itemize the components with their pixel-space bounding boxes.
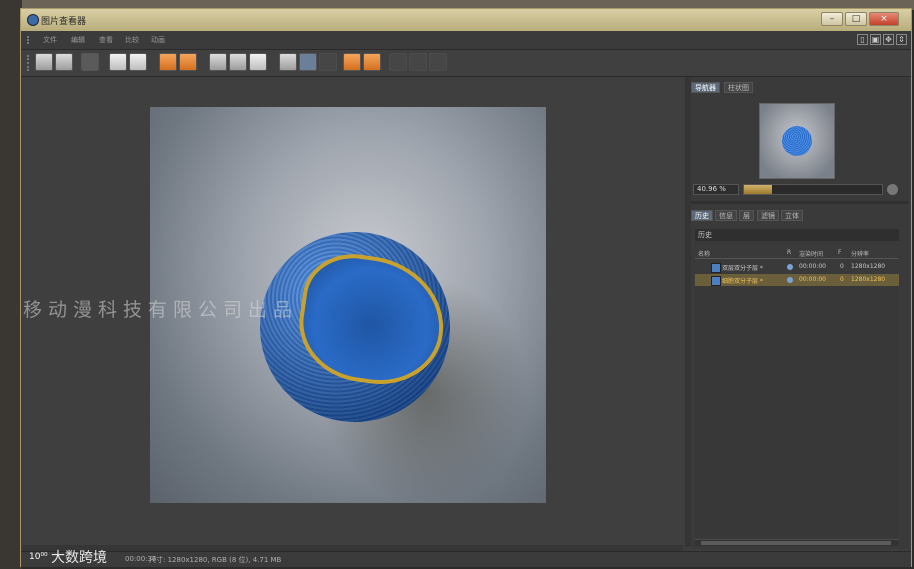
row-frame: 0 bbox=[840, 276, 844, 283]
zoom-slider-fill bbox=[744, 185, 772, 194]
compare-a-icon[interactable] bbox=[209, 53, 227, 71]
menu-animation[interactable]: 动画 bbox=[151, 35, 165, 45]
play-back-icon[interactable] bbox=[343, 53, 361, 71]
play-forward-icon[interactable] bbox=[363, 53, 381, 71]
compare-c-icon[interactable] bbox=[249, 53, 267, 71]
tool-a-icon[interactable] bbox=[109, 53, 127, 71]
zoom-slider[interactable] bbox=[743, 184, 883, 195]
save-file-icon[interactable] bbox=[55, 53, 73, 71]
desktop-background-left bbox=[0, 0, 22, 569]
status-bar: 10⁰⁰ 大数跨境 00:00:36 尺寸: 1280x1280, RGB (8… bbox=[21, 550, 911, 567]
history-row[interactable]: 双层双分子层 * 00:00:00 0 1280x1280 bbox=[695, 261, 899, 273]
navigator-thumbnail[interactable] bbox=[759, 103, 835, 179]
column-name[interactable]: 名称 bbox=[698, 249, 710, 258]
tab-info[interactable]: 信息 bbox=[715, 210, 737, 221]
toolbar bbox=[21, 50, 911, 77]
maximize-button[interactable]: □ bbox=[845, 12, 867, 26]
menu-grip-icon bbox=[27, 36, 35, 44]
title-bar[interactable]: 图片查看器 – □ × bbox=[21, 9, 911, 31]
row-resolution: 1280x1280 bbox=[851, 263, 886, 270]
history-row-selected[interactable]: 细胞双分子层 * 00:00:00 0 1280x1280 bbox=[695, 274, 899, 286]
image-thumb-icon bbox=[711, 276, 721, 286]
render-status-icon bbox=[787, 264, 793, 270]
history-list-empty-area bbox=[695, 286, 899, 538]
close-button[interactable]: × bbox=[869, 12, 899, 26]
toolbar-grip-icon bbox=[27, 55, 33, 71]
status-info: 尺寸: 1280x1280, RGB (8 位), 4.71 MB bbox=[149, 556, 282, 564]
view-grid-icon[interactable] bbox=[319, 53, 337, 71]
brand-logo: 10⁰⁰ bbox=[29, 552, 48, 562]
open-file-icon[interactable] bbox=[35, 53, 53, 71]
picture-viewer-window: 图片查看器 – □ × 文件 编辑 查看 比较 动画 ▯ ▣ ✥ ⇕ 移动漫科技… bbox=[20, 8, 912, 567]
menu-file[interactable]: 文件 bbox=[43, 35, 57, 45]
column-render-time[interactable]: 渲染时间 bbox=[799, 249, 823, 258]
compare-b-icon[interactable] bbox=[229, 53, 247, 71]
move-icon[interactable]: ✥ bbox=[883, 34, 894, 45]
column-frame[interactable]: F bbox=[838, 249, 841, 256]
tab-layers[interactable]: 层 bbox=[739, 210, 754, 221]
scrollbar-thumb[interactable] bbox=[701, 541, 891, 545]
layer-icon[interactable] bbox=[159, 53, 177, 71]
zoom-value-field[interactable]: 40.96 % bbox=[693, 184, 739, 195]
menu-compare[interactable]: 比较 bbox=[125, 35, 139, 45]
row-resolution: 1280x1280 bbox=[851, 276, 886, 283]
render-icon[interactable] bbox=[81, 53, 99, 71]
row-render-time: 00:00:00 bbox=[799, 263, 826, 270]
watermark-text: 移动漫科技有限公司出品 bbox=[23, 299, 299, 321]
right-panel: 导航器 柱状图 40.96 % 历史 信息 层 滤镜 立体 历史 名称 R 渲染… bbox=[691, 77, 909, 549]
tab-history[interactable]: 历史 bbox=[691, 210, 713, 221]
row-name: 细胞双分子层 * bbox=[722, 278, 763, 285]
tab-stereo[interactable]: 立体 bbox=[781, 210, 803, 221]
row-name: 双层双分子层 * bbox=[722, 265, 763, 272]
frame-b-icon[interactable] bbox=[409, 53, 427, 71]
history-table-header: 名称 R 渲染时间 F 分辨率 bbox=[695, 247, 899, 259]
tab-filter[interactable]: 滤镜 bbox=[757, 210, 779, 221]
menu-view[interactable]: 查看 bbox=[99, 35, 113, 45]
window-title: 图片查看器 bbox=[41, 17, 87, 27]
layer-copy-icon[interactable] bbox=[179, 53, 197, 71]
view-split-icon[interactable] bbox=[299, 53, 317, 71]
frame-c-icon[interactable] bbox=[429, 53, 447, 71]
thumbnail-sphere bbox=[782, 126, 812, 156]
row-render-time: 00:00:00 bbox=[799, 276, 826, 283]
history-horizontal-scrollbar[interactable] bbox=[695, 539, 899, 546]
tool-b-icon[interactable] bbox=[129, 53, 147, 71]
panel-icon[interactable]: ▣ bbox=[870, 34, 881, 45]
history-title: 历史 bbox=[695, 229, 899, 241]
tab-histogram[interactable]: 柱状图 bbox=[724, 82, 753, 93]
tab-navigator[interactable]: 导航器 bbox=[691, 82, 720, 93]
image-viewport[interactable]: 移动漫科技有限公司出品 bbox=[23, 77, 683, 545]
zoom-reset-icon[interactable] bbox=[887, 184, 898, 195]
layout-icon[interactable]: ▯ bbox=[857, 34, 868, 45]
frame-a-icon[interactable] bbox=[389, 53, 407, 71]
app-icon bbox=[27, 14, 39, 26]
view-single-icon[interactable] bbox=[279, 53, 297, 71]
column-r[interactable]: R bbox=[787, 249, 791, 256]
row-frame: 0 bbox=[840, 263, 844, 270]
minimize-button[interactable]: – bbox=[821, 12, 843, 26]
panel-divider[interactable] bbox=[691, 201, 909, 204]
image-thumb-icon bbox=[711, 263, 721, 273]
column-resolution[interactable]: 分辨率 bbox=[851, 249, 869, 258]
expand-icon[interactable]: ⇕ bbox=[896, 34, 907, 45]
menu-edit[interactable]: 编辑 bbox=[71, 35, 85, 45]
brand-text: 大数跨境 bbox=[51, 550, 107, 566]
render-status-icon bbox=[787, 277, 793, 283]
menu-bar: 文件 编辑 查看 比较 动画 ▯ ▣ ✥ ⇕ bbox=[21, 31, 911, 50]
